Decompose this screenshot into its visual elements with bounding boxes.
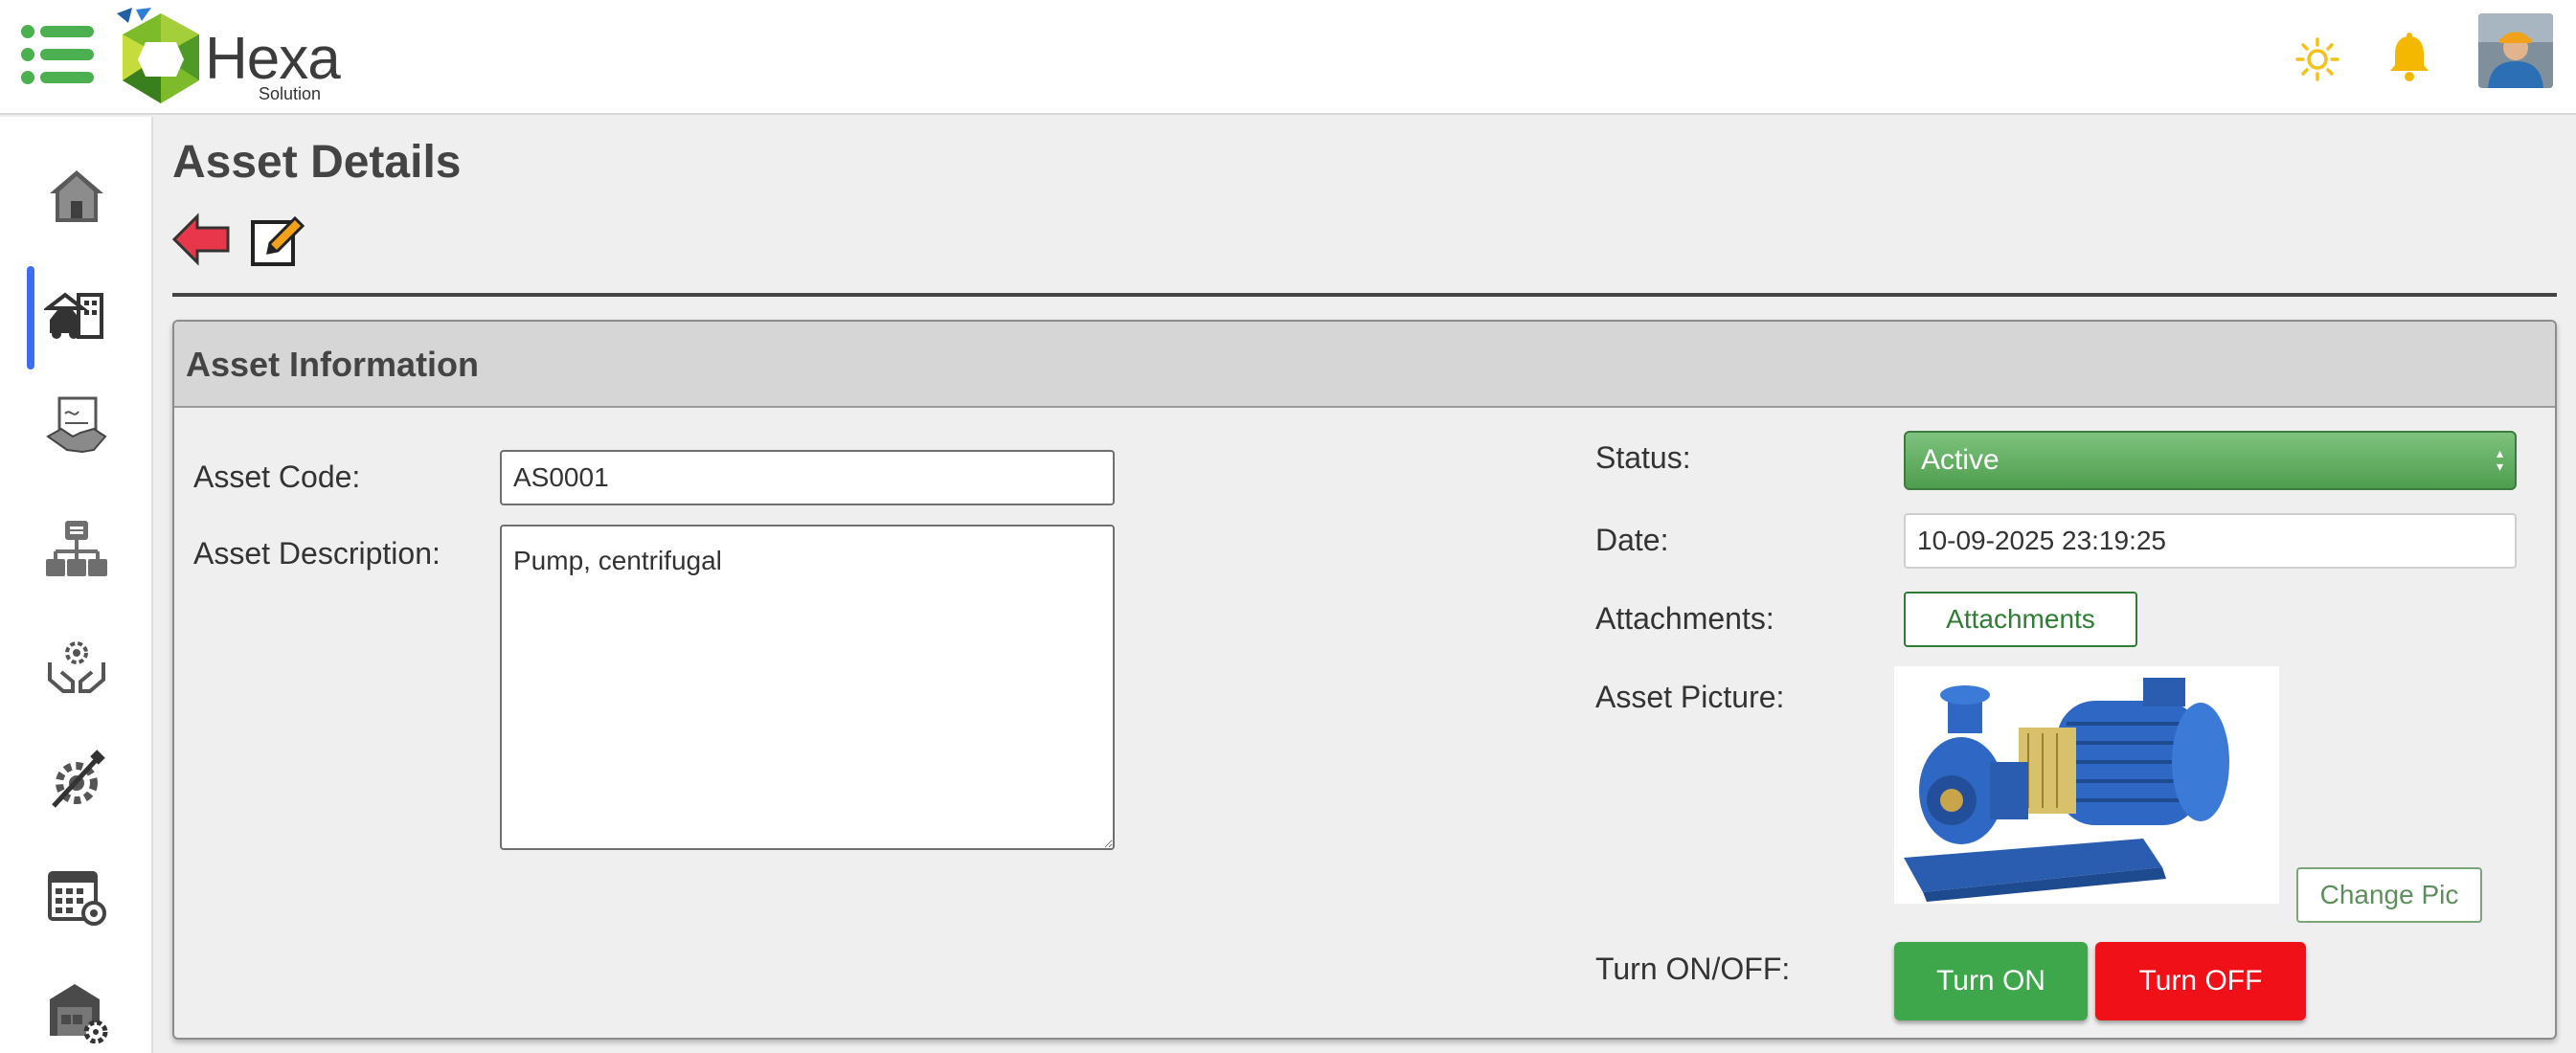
card-title: Asset Information <box>186 345 480 384</box>
card-header: Asset Information <box>174 322 2555 408</box>
active-nav-indicator <box>27 266 34 370</box>
hexa-logo[interactable]: Hexa Solution <box>113 8 343 111</box>
maintenance-icon[interactable] <box>44 634 109 699</box>
status-label: Status: <box>1595 440 1691 475</box>
status-select[interactable]: Active ▴ ▾ <box>1904 431 2517 490</box>
brand-tagline: Solution <box>259 84 322 103</box>
asset-description-label: Asset Description: <box>193 536 441 571</box>
turn-off-button[interactable]: Turn OFF <box>2095 942 2306 1020</box>
asset-information-card: Asset Information Asset Code: Asset Desc… <box>172 320 2557 1040</box>
user-avatar[interactable] <box>2478 13 2553 88</box>
assets-icon[interactable] <box>44 281 109 347</box>
section-divider <box>172 293 2557 297</box>
menu-icon[interactable] <box>21 25 94 84</box>
turn-on-button[interactable]: Turn ON <box>1894 942 2088 1020</box>
asset-picture-label: Asset Picture: <box>1595 680 1785 714</box>
tools-icon[interactable] <box>44 749 109 814</box>
change-pic-button[interactable]: Change Pic <box>2296 867 2482 923</box>
date-input[interactable] <box>1904 513 2517 569</box>
back-arrow-icon[interactable] <box>172 213 232 266</box>
asset-picture-image <box>1894 666 2279 904</box>
edit-pencil-icon[interactable] <box>249 213 306 270</box>
page-title: Asset Details <box>172 137 462 188</box>
contracts-icon[interactable] <box>44 394 109 459</box>
turn-on-off-label: Turn ON/OFF: <box>1595 952 1791 986</box>
home-icon[interactable] <box>44 165 109 230</box>
status-selected-value: Active <box>1921 444 2000 476</box>
date-label: Date: <box>1595 523 1669 557</box>
sidebar <box>0 117 153 1053</box>
schedule-icon[interactable] <box>44 863 109 929</box>
select-arrows-icon: ▴ ▾ <box>2496 445 2503 474</box>
top-bar: Hexa Solution <box>0 0 2576 115</box>
asset-code-input[interactable] <box>500 450 1115 505</box>
asset-code-label: Asset Code: <box>193 459 361 494</box>
attachments-button[interactable]: Attachments <box>1904 592 2137 647</box>
hierarchy-icon[interactable] <box>44 517 109 582</box>
brand-name: Hexa <box>205 26 341 92</box>
attachments-label: Attachments: <box>1595 601 1774 636</box>
sun-icon[interactable] <box>2294 36 2340 82</box>
warehouse-icon[interactable] <box>44 978 109 1043</box>
bell-icon[interactable] <box>2386 33 2432 82</box>
asset-description-textarea[interactable]: Pump, centrifugal <box>500 525 1115 850</box>
